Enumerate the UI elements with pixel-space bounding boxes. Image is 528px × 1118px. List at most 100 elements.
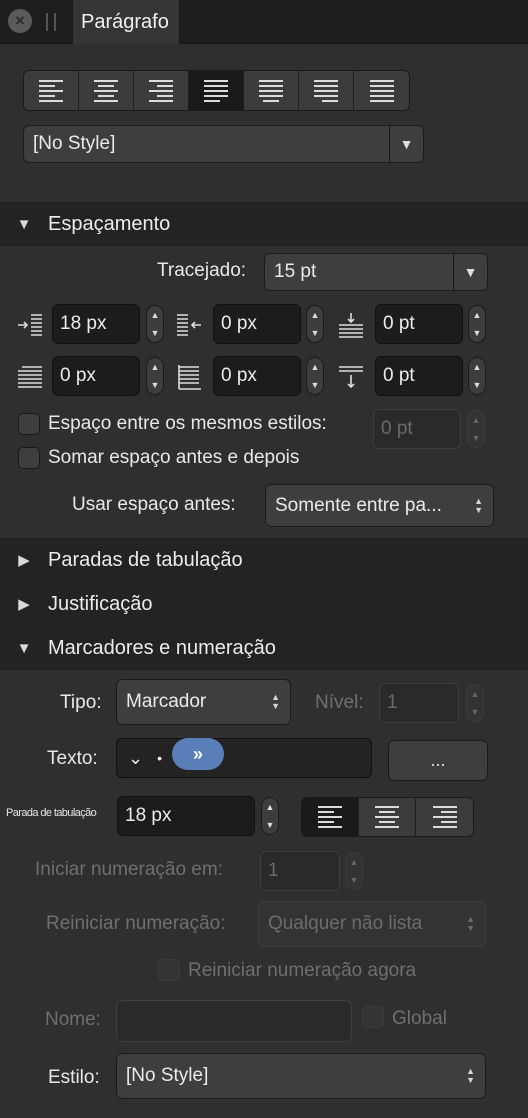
bullet-style-dropdown[interactable]: [No Style] ▲ ▼ (116, 1053, 486, 1099)
grip-icon[interactable] (46, 13, 56, 31)
restart-numbering-dropdown[interactable]: Qualquer não lista ▲ ▼ (258, 901, 486, 947)
first-line-indent-field[interactable]: 0 px (213, 304, 301, 344)
name-field[interactable] (116, 1000, 352, 1042)
align-center-icon (375, 806, 399, 828)
section-bullets[interactable]: ▼ Marcadores e numeração (0, 626, 528, 670)
chevron-down-icon: ▼ (453, 254, 487, 290)
updown-chevron-icon: ▲ ▼ (466, 1066, 475, 1085)
restart-numbering-value: Qualquer não lista (268, 913, 423, 934)
right-indent-stepper[interactable]: ▲ ▼ (146, 357, 164, 395)
start-numbering-field[interactable]: 1 (260, 851, 340, 891)
same-styles-checkbox[interactable] (18, 413, 40, 435)
updown-chevron-icon: ▲ ▼ (271, 692, 280, 711)
global-checkbox[interactable] (362, 1006, 384, 1028)
align-center-button[interactable] (79, 71, 134, 110)
tab-stop-label: Parada de tabulação (6, 807, 97, 819)
align-left-icon (318, 806, 342, 828)
justify-center-button[interactable] (244, 71, 299, 110)
last-line-indent-field[interactable]: 0 px (213, 356, 301, 396)
space-after-field[interactable]: 0 pt (375, 356, 463, 396)
paragraph-style-value: [No Style] (33, 133, 116, 154)
sum-space-checkbox[interactable] (18, 447, 40, 469)
justify-right-icon (314, 79, 338, 102)
restart-now-checkbox[interactable] (158, 959, 180, 981)
triangle-right-icon: ▶ (18, 596, 30, 613)
type-label: Tipo: (60, 692, 102, 713)
tab-align-right-button[interactable] (416, 798, 473, 836)
align-left-icon (39, 79, 63, 102)
chevron-down-icon[interactable]: ⌄ (128, 748, 143, 769)
bullet-token-pill[interactable]: » (172, 738, 224, 770)
level-stepper[interactable]: ▲ ▼ (466, 684, 484, 722)
section-tab-stops[interactable]: ▶ Paradas de tabulação (0, 538, 528, 582)
align-left-button[interactable] (24, 71, 79, 110)
space-before-field[interactable]: 0 pt (375, 304, 463, 344)
align-right-icon (149, 79, 173, 102)
section-spacing-title: Espaçamento (48, 212, 171, 235)
use-space-before-dropdown[interactable]: Somente entre pa... ▲ ▼ (265, 484, 494, 527)
updown-chevron-icon: ▲ ▼ (466, 914, 475, 933)
type-dropdown[interactable]: Marcador ▲ ▼ (116, 679, 291, 725)
justify-center-icon (259, 79, 283, 102)
tab-alignment-control (301, 797, 474, 837)
text-label: Texto: (47, 748, 98, 769)
alignment-control (23, 70, 410, 111)
space-after-icon (339, 366, 363, 389)
right-indent-field[interactable]: 0 px (52, 356, 140, 396)
close-icon[interactable]: × (8, 9, 32, 33)
justify-left-icon (204, 79, 228, 102)
panel-tab-bar: × Parágrafo (0, 0, 528, 44)
space-before-stepper[interactable]: ▲ ▼ (468, 305, 486, 343)
align-right-icon (432, 806, 457, 828)
style-label: Estilo: (48, 1067, 100, 1088)
use-space-before-value: Somente entre pa... (275, 494, 442, 516)
last-line-indent-stepper[interactable]: ▲ ▼ (306, 357, 324, 395)
leading-label: Tracejado: (157, 260, 247, 281)
right-indent-icon (18, 366, 42, 388)
section-justification[interactable]: ▶ Justificação (0, 582, 528, 626)
bullet-text-field[interactable]: ⌄ • (116, 738, 372, 778)
section-spacing[interactable]: ▼ Espaçamento (0, 202, 528, 246)
align-right-button[interactable] (134, 71, 189, 110)
left-indent-stepper[interactable]: ▲ ▼ (146, 305, 164, 343)
tab-stop-stepper[interactable]: ▲ ▼ (261, 797, 279, 835)
justify-all-button[interactable] (354, 71, 409, 110)
bullet-style-value: [No Style] (126, 1065, 209, 1086)
name-label: Nome: (45, 1009, 101, 1030)
triangle-down-icon: ▼ (16, 215, 32, 233)
section-justification-title: Justificação (48, 592, 153, 615)
same-styles-stepper[interactable]: ▲ ▼ (467, 410, 485, 448)
sum-space-label: Somar espaço antes e depois (48, 447, 300, 468)
chevron-down-icon: ▼ (389, 126, 423, 162)
space-before-icon (339, 313, 363, 338)
level-label: Nível: (315, 692, 364, 713)
align-center-icon (94, 79, 118, 102)
tab-stop-field[interactable]: 18 px (117, 796, 255, 836)
left-indent-field[interactable]: 18 px (52, 304, 140, 344)
first-line-indent-icon (177, 314, 201, 336)
triangle-right-icon: ▶ (18, 552, 30, 569)
left-indent-icon (18, 314, 42, 336)
same-styles-label: Espaço entre os mesmos estilos: (48, 413, 327, 434)
justify-right-button[interactable] (299, 71, 354, 110)
global-label: Global (392, 1008, 447, 1029)
level-field[interactable]: 1 (379, 683, 459, 723)
use-space-before-label: Usar espaço antes: (72, 494, 236, 515)
leading-dropdown[interactable]: 15 pt ▼ (264, 253, 488, 291)
space-after-stepper[interactable]: ▲ ▼ (468, 357, 486, 395)
start-numbering-stepper[interactable]: ▲ ▼ (345, 852, 363, 890)
updown-chevron-icon: ▲ ▼ (474, 495, 483, 515)
paragraph-style-dropdown[interactable]: [No Style] ▼ (23, 125, 424, 163)
type-value: Marcador (126, 691, 207, 712)
same-styles-field[interactable]: 0 pt (373, 409, 461, 449)
tab-align-left-button[interactable] (302, 798, 359, 836)
restart-numbering-label: Reiniciar numeração: (46, 913, 226, 934)
more-options-button[interactable]: ... (388, 740, 488, 781)
tab-paragraph[interactable]: Parágrafo (72, 0, 180, 44)
leading-value: 15 pt (274, 261, 317, 282)
section-tab-stops-title: Paradas de tabulação (48, 548, 243, 571)
justify-left-button[interactable] (189, 71, 244, 110)
first-line-indent-stepper[interactable]: ▲ ▼ (306, 305, 324, 343)
last-line-indent-icon (178, 365, 201, 390)
tab-align-center-button[interactable] (359, 798, 416, 836)
